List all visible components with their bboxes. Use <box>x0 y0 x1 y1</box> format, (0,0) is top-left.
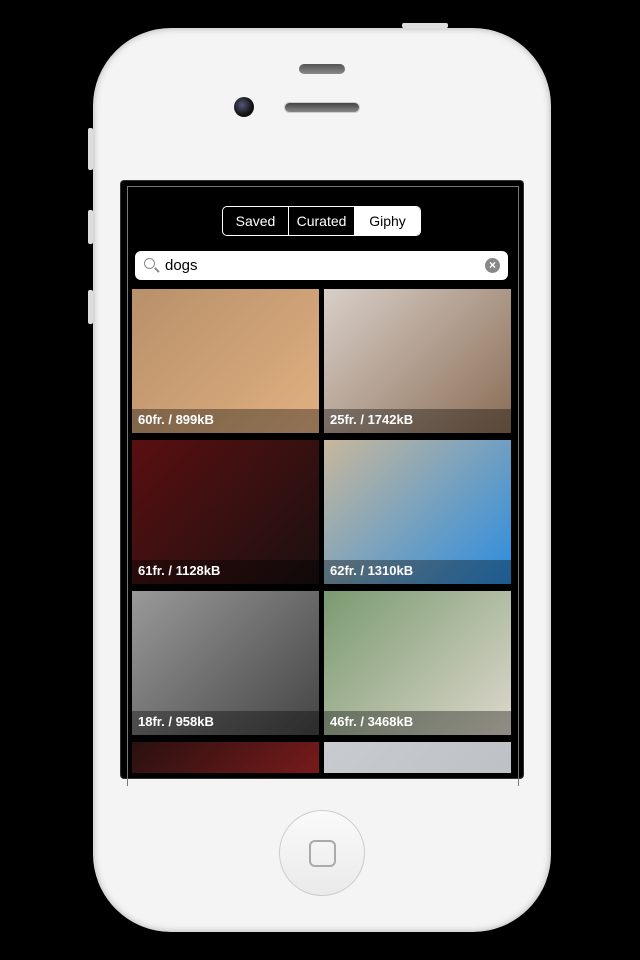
search-value[interactable]: dogs <box>165 257 198 274</box>
gif-caption: 18fr. / 958kB <box>132 711 319 735</box>
search-input[interactable]: dogs × <box>135 251 508 280</box>
gif-caption: 60fr. / 899kB <box>132 409 319 433</box>
camera-icon <box>234 97 254 117</box>
gif-tile[interactable] <box>324 742 511 773</box>
gif-caption: 46fr. / 3468kB <box>324 711 511 735</box>
gif-caption: 62fr. / 1310kB <box>324 560 511 584</box>
home-square-icon <box>309 840 336 867</box>
mute-switch <box>88 128 93 170</box>
results-grid[interactable]: 60fr. / 899kB 25fr. / 1742kB 61fr. / 1128k… <box>132 289 512 773</box>
gif-tile[interactable] <box>132 742 319 773</box>
gif-caption: 61fr. / 1128kB <box>132 560 319 584</box>
volume-up-button <box>88 210 93 244</box>
home-button[interactable] <box>279 810 365 896</box>
gif-tile[interactable]: 62fr. / 1310kB <box>324 440 511 584</box>
tab-curated[interactable]: Curated <box>289 207 355 235</box>
speaker <box>284 102 360 113</box>
sensor <box>299 64 345 74</box>
volume-down-button <box>88 290 93 324</box>
gif-tile[interactable]: 46fr. / 3468kB <box>324 591 511 735</box>
gif-tile[interactable]: 18fr. / 958kB <box>132 591 319 735</box>
tab-saved[interactable]: Saved <box>223 207 289 235</box>
gif-caption: 25fr. / 1742kB <box>324 409 511 433</box>
segmented-control: Saved Curated Giphy <box>222 206 421 236</box>
clear-icon[interactable]: × <box>485 258 500 273</box>
search-icon <box>144 258 155 269</box>
power-button <box>402 23 448 28</box>
tab-giphy[interactable]: Giphy <box>355 207 420 235</box>
gif-tile[interactable]: 60fr. / 899kB <box>132 289 319 433</box>
gif-tile[interactable]: 25fr. / 1742kB <box>324 289 511 433</box>
gif-tile[interactable]: 61fr. / 1128kB <box>132 440 319 584</box>
